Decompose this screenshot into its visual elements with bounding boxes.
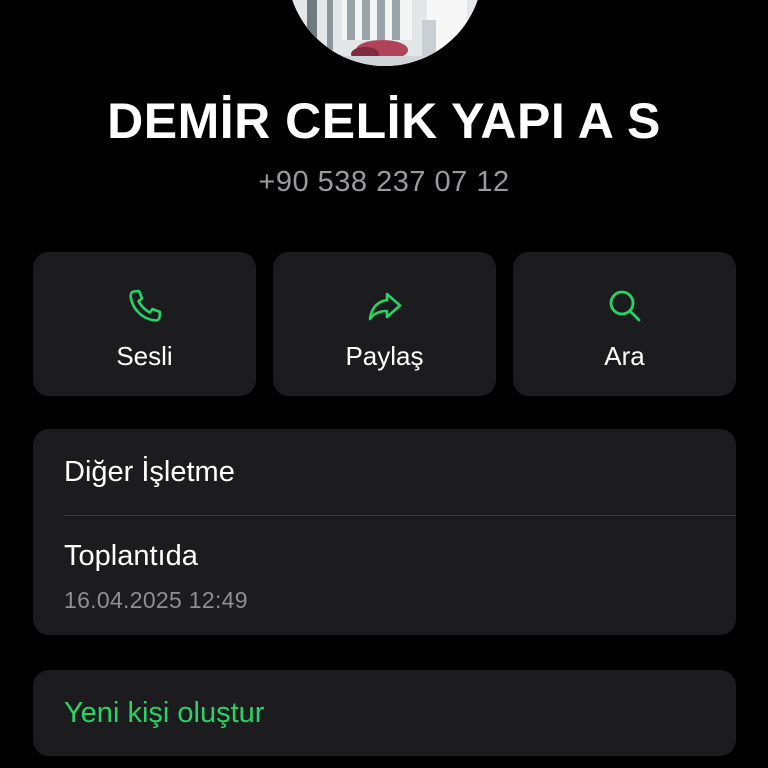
status-timestamp: 16.04.2025 12:49 — [64, 587, 248, 613]
create-new-contact-label: Yeni kişi oluştur — [64, 697, 265, 729]
business-category: Diğer İşletme — [64, 456, 235, 488]
search-icon — [605, 286, 645, 326]
create-new-contact-button[interactable]: Yeni kişi oluştur — [33, 670, 736, 756]
search-button[interactable]: Ara — [513, 252, 736, 396]
contact-avatar[interactable] — [287, 0, 483, 66]
contact-phone-number[interactable]: +90 538 237 07 12 — [0, 166, 768, 199]
share-arrow-icon — [365, 286, 405, 326]
about-status: Toplantıda — [64, 540, 198, 572]
divider — [64, 515, 736, 516]
search-label: Ara — [604, 341, 645, 371]
contact-info-screen: DEMİR CELİK YAPI A S +90 538 237 07 12 S… — [0, 0, 768, 768]
voice-call-label: Sesli — [116, 341, 173, 371]
share-label: Paylaş — [345, 341, 424, 371]
contact-name: DEMİR CELİK YAPI A S — [107, 93, 661, 149]
phone-icon — [125, 286, 165, 326]
building-photo-icon — [287, 0, 483, 66]
voice-call-button[interactable]: Sesli — [33, 252, 256, 396]
share-button[interactable]: Paylaş — [273, 252, 496, 396]
business-info-card: Diğer İşletme Toplantıda 16.04.2025 12:4… — [33, 429, 736, 635]
action-buttons-row: Sesli Paylaş Ara — [33, 252, 736, 396]
